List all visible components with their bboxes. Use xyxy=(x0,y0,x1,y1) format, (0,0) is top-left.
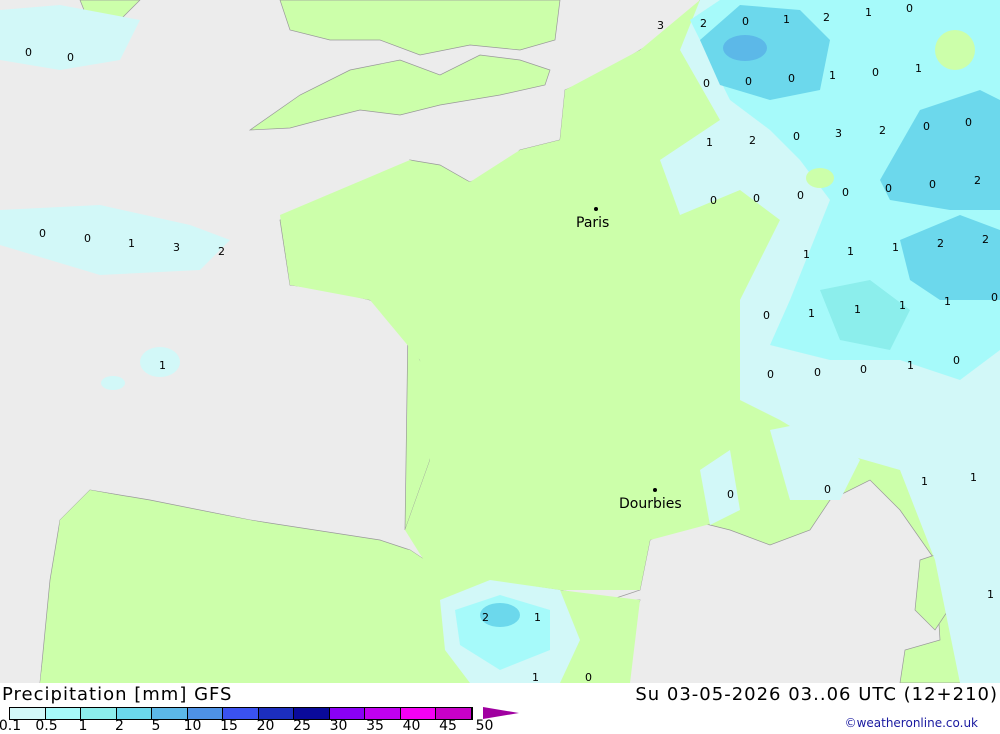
scale-tick: 30 xyxy=(329,718,348,734)
grid-value: 1 xyxy=(829,69,836,82)
grid-value: 0 xyxy=(742,15,749,28)
grid-value: 0 xyxy=(965,116,972,129)
city-dot xyxy=(653,488,657,492)
grid-value: 0 xyxy=(745,75,752,88)
grid-value: 0 xyxy=(25,46,32,59)
grid-value: 1 xyxy=(944,295,951,308)
scale-tick: 2 xyxy=(115,718,124,734)
grid-value: 1 xyxy=(907,359,914,372)
grid-value: 2 xyxy=(482,611,489,624)
grid-value: 0 xyxy=(860,363,867,376)
grid-value: 0 xyxy=(824,483,831,496)
city-label: Paris xyxy=(576,215,609,231)
grid-value: 0 xyxy=(67,51,74,64)
grid-value: 0 xyxy=(842,186,849,199)
grid-value: 1 xyxy=(865,6,872,19)
grid-value: 0 xyxy=(953,354,960,367)
scale-tick: 1 xyxy=(78,718,88,734)
scale-tick: 25 xyxy=(293,718,311,734)
scale-tick: 0.5 xyxy=(35,718,58,734)
precipitation-map[interactable]: Paris Dourbies 0 0 3 2 0 1 2 1 0 0 0 1 3 2 1 0 0 0 1 0 1 1 2 0 3… xyxy=(0,0,1000,683)
grid-value: 1 xyxy=(970,471,977,484)
grid-value: 1 xyxy=(899,299,906,312)
grid-value: 0 xyxy=(767,368,774,381)
grid-value: 0 xyxy=(763,309,770,322)
grid-value: 2 xyxy=(974,174,981,187)
grid-value: 0 xyxy=(84,232,91,245)
grid-value: 0 xyxy=(991,291,998,304)
scale-tick: 0.1 xyxy=(0,718,22,734)
scale-tick: 40 xyxy=(402,718,421,734)
grid-value: 1 xyxy=(706,136,713,149)
grid-value: 2 xyxy=(700,17,707,30)
valid-time: Su 03-05-2026 03..06 UTC (12+210) xyxy=(635,684,998,705)
grid-value: 0 xyxy=(929,178,936,191)
scale-tick: 50 xyxy=(475,718,494,734)
grid-value: 1 xyxy=(987,588,994,601)
city-label: Dourbies xyxy=(619,496,682,512)
grid-value: 1 xyxy=(128,237,135,250)
grid-value: 0 xyxy=(885,182,892,195)
legend: Precipitation [mm] GFS Su 03-05-2026 03.… xyxy=(0,683,1000,734)
grid-value: 2 xyxy=(823,11,830,24)
grid-value: 0 xyxy=(906,2,913,15)
grid-value: 0 xyxy=(585,671,592,683)
scale-tick: 5 xyxy=(151,718,161,734)
grid-value: 0 xyxy=(923,120,930,133)
grid-value: 2 xyxy=(749,134,756,147)
grid-value: 1 xyxy=(854,303,861,316)
grid-value: 3 xyxy=(657,19,664,32)
grid-value: 0 xyxy=(788,72,795,85)
grid-value: 1 xyxy=(159,359,166,372)
grid-value: 0 xyxy=(727,488,734,501)
grid-value: 0 xyxy=(793,130,800,143)
grid-value: 1 xyxy=(783,13,790,26)
grid-value: 3 xyxy=(835,127,842,140)
grid-value: 1 xyxy=(808,307,815,320)
scale-tick: 45 xyxy=(439,718,457,734)
grid-value: 2 xyxy=(982,233,989,246)
credit-link[interactable]: ©weatheronline.co.uk xyxy=(845,716,978,730)
grid-value: 0 xyxy=(872,66,879,79)
grid-value: 0 xyxy=(703,77,710,90)
scale-tick: 35 xyxy=(366,718,384,734)
scale-tick: 15 xyxy=(220,718,238,734)
grid-value: 0 xyxy=(814,366,821,379)
grid-value: 1 xyxy=(534,611,541,624)
grid-value: 0 xyxy=(39,227,46,240)
grid-value: 2 xyxy=(879,124,886,137)
grid-value: 1 xyxy=(803,248,810,261)
grid-value: 1 xyxy=(532,671,539,683)
grid-value: 1 xyxy=(915,62,922,75)
city-dot xyxy=(594,207,598,211)
grid-value: 1 xyxy=(847,245,854,258)
legend-title: Precipitation [mm] GFS xyxy=(2,684,233,705)
scale-tick: 10 xyxy=(183,718,202,734)
grid-value: 2 xyxy=(218,245,225,258)
grid-value: 0 xyxy=(753,192,760,205)
grid-value: 1 xyxy=(921,475,928,488)
grid-value: 0 xyxy=(710,194,717,207)
scale-tick: 20 xyxy=(256,718,275,734)
grid-value: 2 xyxy=(937,237,944,250)
grid-value: 3 xyxy=(173,241,180,254)
grid-value: 0 xyxy=(797,189,804,202)
grid-value: 1 xyxy=(892,241,899,254)
